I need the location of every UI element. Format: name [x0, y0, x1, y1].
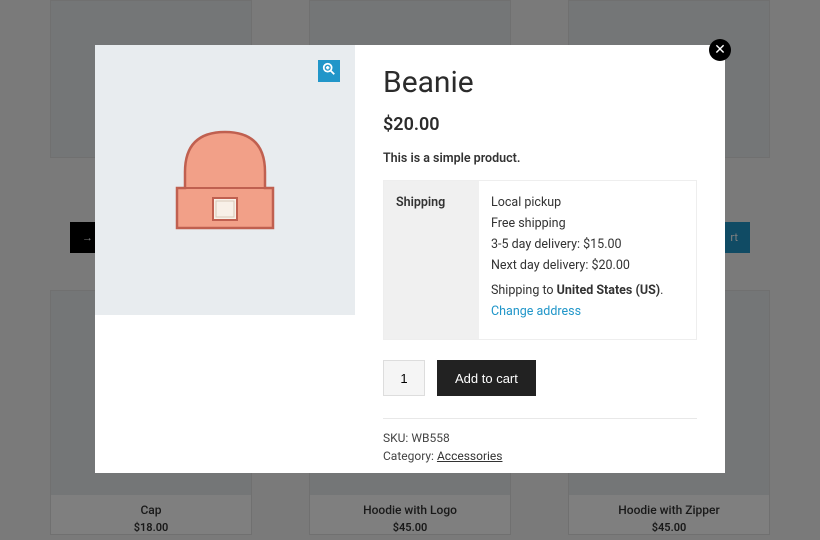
- quantity-input[interactable]: [383, 360, 425, 396]
- shipping-option: Local pickup: [491, 195, 684, 210]
- close-icon: ✕: [714, 42, 726, 58]
- shipping-info-box: Shipping Local pickup Free shipping 3-5 …: [383, 180, 697, 340]
- shipping-option: 3-5 day delivery: $15.00: [491, 237, 684, 252]
- change-address-link[interactable]: Change address: [491, 304, 684, 319]
- add-to-cart-row: Add to cart: [383, 360, 697, 396]
- shipping-option: Next day delivery: $20.00: [491, 258, 684, 273]
- sku-line: SKU: WB558: [383, 431, 697, 445]
- product-title: Beanie: [383, 65, 697, 100]
- product-info-panel: Beanie $20.00 This is a simple product. …: [355, 45, 725, 473]
- category-line: Category: Accessories: [383, 449, 697, 463]
- category-link[interactable]: Accessories: [437, 449, 503, 463]
- beanie-product-image: [155, 110, 295, 250]
- close-button[interactable]: ✕: [709, 39, 731, 61]
- add-to-cart-button[interactable]: Add to cart: [437, 360, 536, 396]
- sku-value: WB558: [411, 431, 449, 445]
- shipping-destination: Shipping to United States (US).: [491, 283, 684, 298]
- product-image-area: [95, 45, 355, 315]
- shipping-options: Local pickup Free shipping 3-5 day deliv…: [479, 181, 696, 339]
- shipping-option: Free shipping: [491, 216, 684, 231]
- zoom-button[interactable]: [318, 60, 340, 82]
- zoom-in-icon: [322, 62, 336, 80]
- product-meta: SKU: WB558 Category: Accessories: [383, 418, 697, 463]
- product-price: $20.00: [383, 114, 697, 135]
- product-quick-view-modal: ✕ Beanie $20.00 This is a simple product…: [95, 45, 725, 473]
- product-description: This is a simple product.: [383, 151, 697, 166]
- shipping-label: Shipping: [384, 181, 479, 339]
